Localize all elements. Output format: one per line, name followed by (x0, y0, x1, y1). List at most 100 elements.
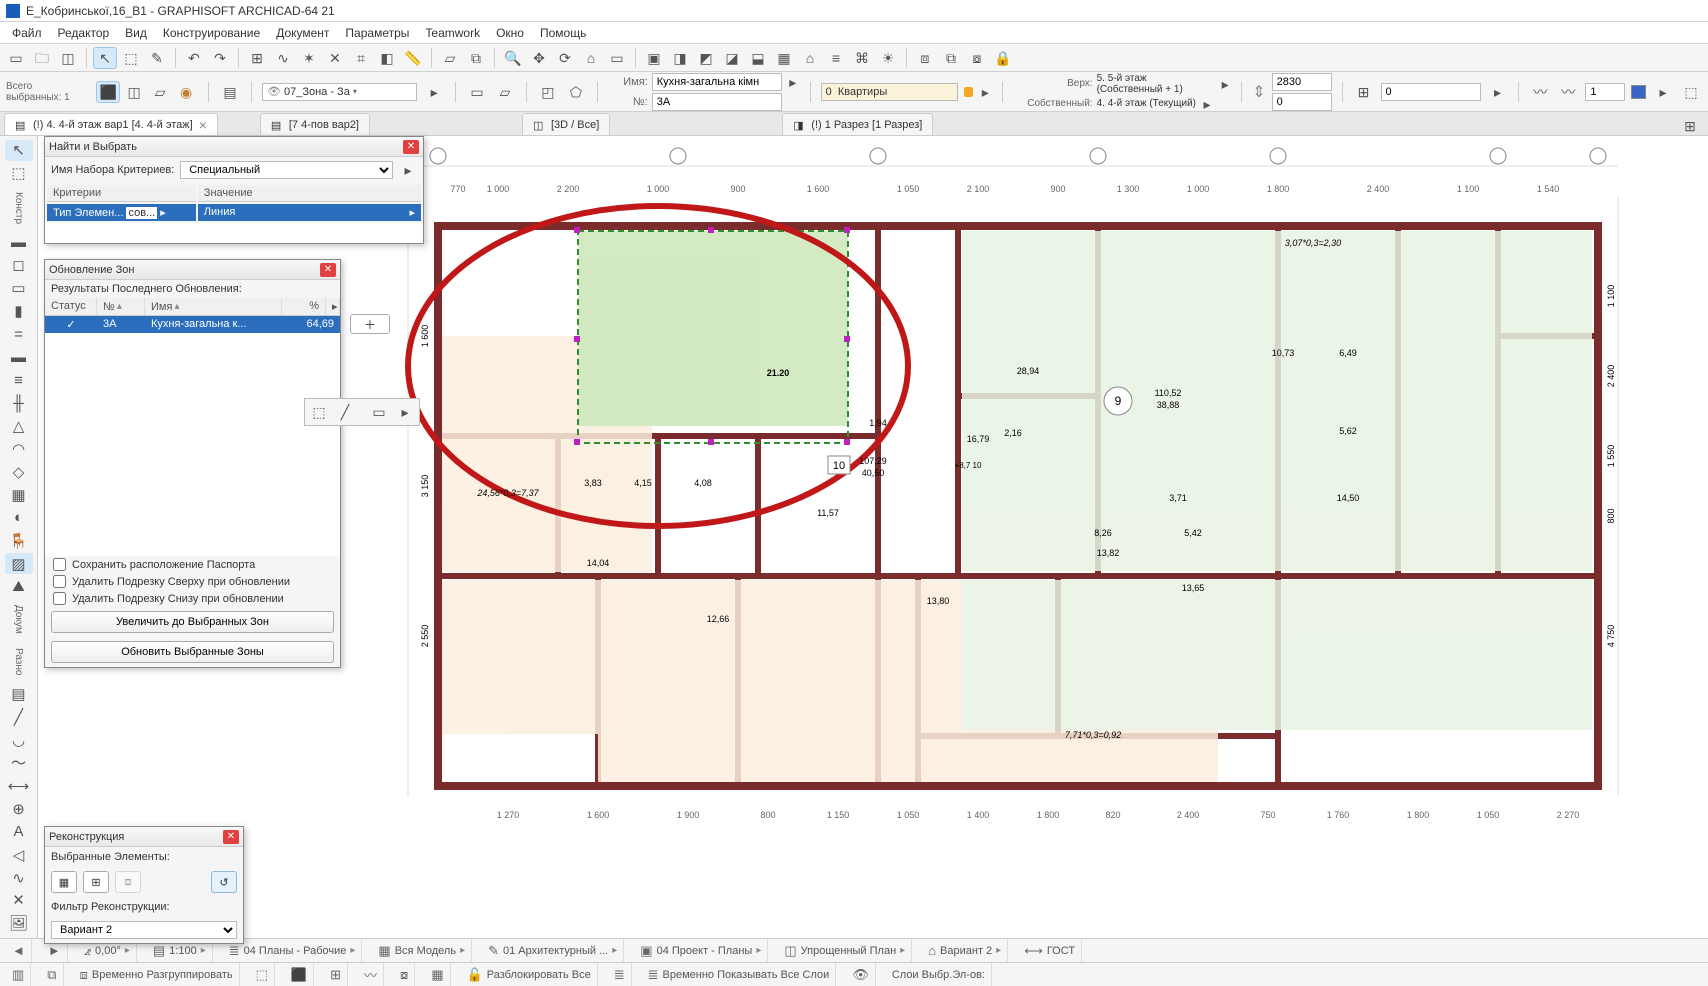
construct-method2-icon[interactable]: ▱ (494, 81, 516, 103)
layer-dropdown[interactable]: 👁 07_Зона - За ▾ (262, 83, 417, 101)
menu-view[interactable]: Вид (117, 24, 155, 42)
tab-plan-var2[interactable]: ▤ [7 4-пов вар2] (260, 113, 370, 135)
save-stamp-pos-check[interactable]: Сохранить расположение Паспорта (45, 556, 340, 573)
zone-color-swatch[interactable] (964, 87, 973, 97)
plus-icon[interactable]: ＋ (350, 314, 390, 334)
arrow-tool-icon[interactable]: ↖ (93, 47, 117, 69)
snap-point-icon[interactable]: ✶ (297, 47, 321, 69)
pen-more-icon[interactable]: ▸ (1652, 81, 1674, 103)
layers-of-selection[interactable]: Слои Выбр.Эл-ов: (886, 963, 992, 986)
menu-file[interactable]: Файл (4, 24, 50, 42)
arrow-tool-icon[interactable]: ↖ (5, 140, 33, 161)
door-tool-icon[interactable]: ◻ (5, 255, 33, 276)
slab-tool-icon[interactable]: ▬ (5, 347, 33, 368)
section-icon[interactable]: ◨ (668, 47, 692, 69)
height-top-input[interactable] (1272, 73, 1332, 91)
zone-no-input[interactable] (652, 93, 782, 111)
redo-icon[interactable]: ↷ (208, 47, 232, 69)
close-icon[interactable]: ✕ (223, 830, 239, 844)
snap-grid2-icon[interactable]: ⌗ (349, 47, 373, 69)
script-icon[interactable]: ≡ (824, 47, 848, 69)
fit-icon[interactable]: ⌂ (579, 47, 603, 69)
remove-top-crop-check[interactable]: Удалить Подрезку Сверху при обновлении (45, 573, 340, 590)
wall-tool-icon[interactable]: ▬ (5, 232, 33, 253)
menu-editor[interactable]: Редактор (50, 24, 118, 42)
snap-cross-icon[interactable]: ✕ (323, 47, 347, 69)
measure-icon[interactable]: ▱ (438, 47, 462, 69)
recon-reset-icon[interactable]: ↺ (211, 871, 237, 893)
show3d-icon[interactable]: ▣ (642, 47, 666, 69)
snap-guide-icon[interactable]: ∿ (271, 47, 295, 69)
pen-icon[interactable]: 〰 (1529, 81, 1551, 103)
model-filter-icon[interactable]: ▦ (378, 943, 390, 959)
menu-teamwork[interactable]: Teamwork (417, 24, 488, 42)
click-icon[interactable]: ✎ (145, 47, 169, 69)
ungroup-icon[interactable]: ⧉ (939, 47, 963, 69)
roof-icon[interactable]: ⌂ (798, 47, 822, 69)
render-icon[interactable]: ☀ (876, 47, 900, 69)
geometry-method-icon[interactable]: ⬛ (96, 81, 120, 103)
floorplan-icon[interactable]: ▤ (219, 81, 241, 103)
tab-section[interactable]: ◨ (!) 1 Разрез [1 Разрез] (782, 113, 933, 135)
shell-tool-icon[interactable]: ◠ (5, 439, 33, 460)
panel-tool-more-icon[interactable]: ▸ (393, 401, 417, 423)
mode2-icon[interactable]: ⬛ (291, 967, 307, 983)
zone-list-body[interactable]: ✓ 3А Кухня-загальна к... 64,69 (45, 316, 340, 556)
add-zone-row-btn[interactable]: ＋ (350, 314, 390, 334)
menu-help[interactable]: Помощь (532, 24, 594, 42)
menu-design[interactable]: Конструирование (155, 24, 268, 42)
suspend-groups-button[interactable]: ⧈ Временно Разгруппировать (74, 963, 240, 986)
window-tool-icon[interactable]: ▭ (5, 278, 33, 299)
line-tool-icon[interactable]: ╱ (5, 706, 33, 727)
layer-more-icon[interactable]: ▸ (423, 81, 445, 103)
eyedrop-icon[interactable]: 👁 (852, 967, 869, 983)
partial-display-icon[interactable]: ◫ (784, 943, 796, 959)
unlock-all-button[interactable]: 🔓 Разблокировать Все (461, 963, 598, 986)
object-tool-icon[interactable]: 🪑 (5, 530, 33, 551)
pen-set-icon[interactable]: ✎ (488, 943, 499, 959)
material-icon[interactable]: ⬚ (1680, 81, 1702, 103)
angle-icon[interactable]: ⦨ (84, 943, 91, 959)
worksheet-icon[interactable]: ⬓ (746, 47, 770, 69)
close-tab-icon[interactable]: × (199, 117, 207, 133)
show-all-layers-button[interactable]: ≣ Временно Показывать Все Слои (642, 963, 837, 986)
height-base-input[interactable] (1272, 93, 1332, 111)
hotspot-tool-icon[interactable]: ✕ (5, 890, 33, 911)
panel-tool-line-icon[interactable]: ╱ (333, 401, 357, 423)
new-doc-icon[interactable]: ▭ (4, 47, 28, 69)
lock-icon[interactable]: 🔒 (991, 47, 1015, 69)
mode1-icon[interactable]: ⬚ (256, 967, 268, 983)
ref-poly-icon[interactable]: ⬠ (565, 81, 587, 103)
save-icon[interactable]: ◫ (56, 47, 80, 69)
construct-method1-icon[interactable]: ▭ (466, 81, 488, 103)
view-map-icon[interactable]: ▣ (640, 943, 652, 959)
level-dim-tool-icon[interactable]: ⊕ (5, 798, 33, 819)
zone-name-input[interactable] (652, 73, 782, 91)
pen-weight-input[interactable] (1585, 83, 1625, 101)
geom-opt1-icon[interactable]: ◫ (122, 81, 146, 103)
polyline-tool-icon[interactable]: 〜 (5, 752, 33, 773)
text-tool-icon[interactable]: A (5, 821, 33, 842)
attrib-icon[interactable]: ⌘ (850, 47, 874, 69)
panel-tool-rect-icon[interactable]: ▭ (367, 401, 391, 423)
roof-tool-icon[interactable]: △ (5, 416, 33, 437)
dim-more-icon[interactable]: ▸ (1487, 81, 1509, 103)
menu-window[interactable]: Окно (488, 24, 532, 42)
column-tool-icon[interactable]: ▮ (5, 301, 33, 322)
upper-more-icon[interactable]: ▸ (1219, 77, 1231, 91)
criteria-more-icon[interactable]: ▸ (399, 161, 417, 179)
tab-overflow-icon[interactable]: ⊞ (1678, 115, 1702, 137)
anchor-icon[interactable]: ⊞ (1353, 81, 1375, 103)
elevation-icon[interactable]: ◩ (694, 47, 718, 69)
trace-ref-icon[interactable]: ⧉ (47, 967, 56, 983)
recon-demo-icon[interactable]: ⊞ (83, 871, 109, 893)
dim-tool-icon[interactable]: ⟷ (5, 775, 33, 796)
criteria-set-dropdown[interactable]: Специальный (180, 161, 393, 179)
pan-icon[interactable]: ✥ (527, 47, 551, 69)
criteria-row[interactable]: Тип Элемен... сов... ▸ Линия▸ (47, 204, 421, 221)
ruler-icon[interactable]: 📏 (401, 47, 425, 69)
layer-combo-icon[interactable]: ≣ (229, 943, 240, 959)
fill-tool-icon[interactable]: ▤ (5, 683, 33, 704)
panel-tool-select-icon[interactable]: ⬚ (307, 401, 331, 423)
beam-tool-icon[interactable]: = (5, 324, 33, 345)
